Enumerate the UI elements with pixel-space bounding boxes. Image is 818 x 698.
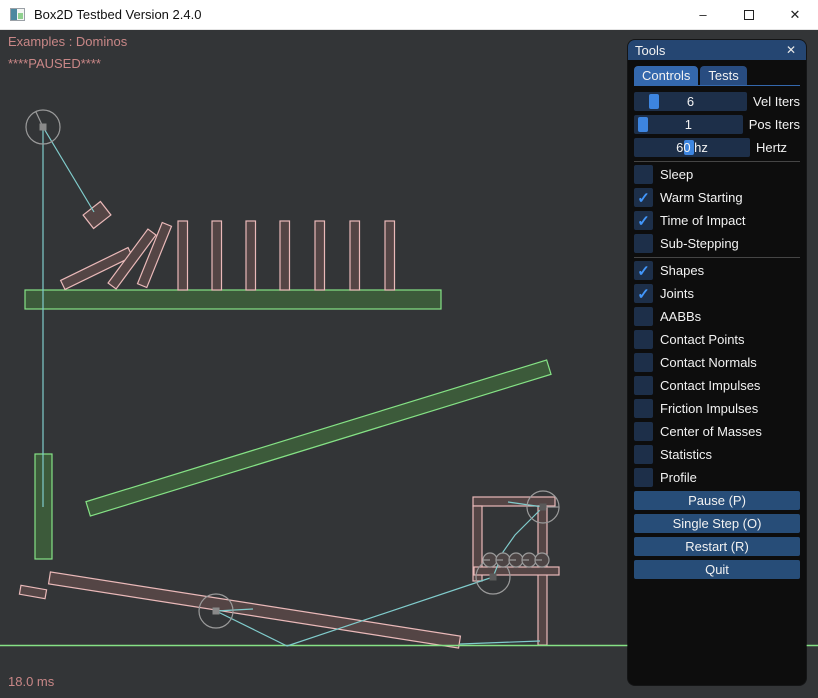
window-title: Box2D Testbed Version 2.4.0 bbox=[34, 7, 201, 22]
dynamic-body[interactable] bbox=[212, 221, 222, 290]
dynamic-body[interactable] bbox=[385, 221, 395, 290]
check-icon: ✓ bbox=[637, 262, 650, 280]
check-row-sub-stepping: Sub-Stepping bbox=[634, 234, 800, 253]
checkbox-contact-impulses[interactable] bbox=[634, 376, 653, 395]
checkbox-label: Joints bbox=[660, 286, 694, 301]
separator bbox=[634, 257, 800, 258]
maximize-button[interactable] bbox=[726, 0, 772, 30]
check-row-contact-impulses: Contact Impulses bbox=[634, 376, 800, 395]
tools-panel: Tools ✕ ControlsTests 6 Vel Iters 1 Pos Ite… bbox=[628, 40, 806, 685]
checkbox-label: AABBs bbox=[660, 309, 701, 324]
tools-panel-titlebar[interactable]: Tools ✕ bbox=[628, 40, 806, 60]
checkbox-contact-normals[interactable] bbox=[634, 353, 653, 372]
dynamic-body[interactable] bbox=[315, 221, 325, 290]
slider-hertz[interactable]: 60 hz bbox=[634, 138, 750, 157]
dynamic-body[interactable] bbox=[350, 221, 360, 290]
checkbox-aabbs[interactable] bbox=[634, 307, 653, 326]
check-row-sleep: Sleep bbox=[634, 165, 800, 184]
checkbox-label: Center of Masses bbox=[660, 424, 762, 439]
joint-anchor-marker bbox=[40, 124, 47, 131]
checkbox-label: Warm Starting bbox=[660, 190, 743, 205]
check-row-aabbs: AABBs bbox=[634, 307, 800, 326]
slider-value: 60 hz bbox=[634, 138, 750, 157]
slider-label: Vel Iters bbox=[753, 94, 800, 109]
example-label: Examples : Dominos bbox=[8, 34, 127, 49]
checkbox-label: Time of Impact bbox=[660, 213, 745, 228]
check-icon: ✓ bbox=[637, 285, 650, 303]
tools-panel-title: Tools bbox=[635, 43, 665, 58]
slider-vel-iters[interactable]: 6 bbox=[634, 92, 747, 111]
check-row-joints: ✓ Joints bbox=[634, 284, 800, 303]
checkbox-time-of-impact[interactable]: ✓ bbox=[634, 211, 653, 230]
close-button[interactable]: ✕ bbox=[772, 0, 818, 30]
check-row-contact-normals: Contact Normals bbox=[634, 353, 800, 372]
dynamic-body[interactable] bbox=[178, 221, 188, 290]
checkbox-joints[interactable]: ✓ bbox=[634, 284, 653, 303]
slider-row-vel-iters: 6 Vel Iters bbox=[634, 92, 800, 111]
check-icon: ✓ bbox=[637, 189, 650, 207]
maximize-icon bbox=[744, 10, 754, 20]
checkbox-warm-starting[interactable]: ✓ bbox=[634, 188, 653, 207]
panel-close-icon[interactable]: ✕ bbox=[783, 42, 799, 58]
frame-time-label: 18.0 ms bbox=[8, 674, 54, 689]
check-row-shapes: ✓ Shapes bbox=[634, 261, 800, 280]
slider-label: Pos Iters bbox=[749, 117, 800, 132]
checkbox-center-of-masses[interactable] bbox=[634, 422, 653, 441]
joint-anchor-marker bbox=[540, 504, 547, 511]
dynamic-body[interactable] bbox=[280, 221, 290, 290]
restart-r-button[interactable]: Restart (R) bbox=[634, 537, 800, 556]
checkbox-label: Contact Normals bbox=[660, 355, 757, 370]
checkbox-label: Sleep bbox=[660, 167, 693, 182]
checkbox-label: Contact Points bbox=[660, 332, 745, 347]
check-row-profile: Profile bbox=[634, 468, 800, 487]
dynamic-body[interactable] bbox=[246, 221, 256, 290]
checkbox-label: Statistics bbox=[660, 447, 712, 462]
checkbox-sub-stepping[interactable] bbox=[634, 234, 653, 253]
separator bbox=[634, 161, 800, 162]
paused-label: ****PAUSED**** bbox=[8, 56, 101, 71]
joint-anchor-marker bbox=[490, 574, 497, 581]
check-icon: ✓ bbox=[637, 212, 650, 230]
slider-group: 6 Vel Iters 1 Pos Iters 60 hz Hertz bbox=[634, 92, 800, 157]
window-titlebar: Box2D Testbed Version 2.4.0 – ✕ bbox=[0, 0, 818, 30]
checkbox-label: Shapes bbox=[660, 263, 704, 278]
pause-p-button[interactable]: Pause (P) bbox=[634, 491, 800, 510]
checkbox-shapes[interactable]: ✓ bbox=[634, 261, 653, 280]
slider-pos-iters[interactable]: 1 bbox=[634, 115, 743, 134]
slider-value: 1 bbox=[634, 115, 743, 134]
check-row-contact-points: Contact Points bbox=[634, 330, 800, 349]
checkbox-profile[interactable] bbox=[634, 468, 653, 487]
checkbox-label: Sub-Stepping bbox=[660, 236, 739, 251]
check-row-warm-starting: ✓ Warm Starting bbox=[634, 188, 800, 207]
tabbar: ControlsTests bbox=[634, 66, 800, 86]
checkbox-label: Profile bbox=[660, 470, 697, 485]
checkbox-label: Contact Impulses bbox=[660, 378, 760, 393]
checkbox-contact-points[interactable] bbox=[634, 330, 653, 349]
checkbox-group-draw: ✓ Shapes ✓ Joints AABBs Contact Points Contact… bbox=[634, 261, 800, 487]
check-row-center-of-masses: Center of Masses bbox=[634, 422, 800, 441]
slider-label: Hertz bbox=[756, 140, 787, 155]
app-icon bbox=[10, 8, 25, 21]
quit-button[interactable]: Quit bbox=[634, 560, 800, 579]
single-step-o-button[interactable]: Single Step (O) bbox=[634, 514, 800, 533]
tab-tests[interactable]: Tests bbox=[700, 66, 746, 85]
tab-controls[interactable]: Controls bbox=[634, 66, 698, 85]
checkbox-friction-impulses[interactable] bbox=[634, 399, 653, 418]
minimize-button[interactable]: – bbox=[680, 0, 726, 30]
slider-value: 6 bbox=[634, 92, 747, 111]
check-row-statistics: Statistics bbox=[634, 445, 800, 464]
check-row-friction-impulses: Friction Impulses bbox=[634, 399, 800, 418]
dynamic-body[interactable] bbox=[474, 567, 559, 575]
checkbox-statistics[interactable] bbox=[634, 445, 653, 464]
checkbox-group-settings: Sleep ✓ Warm Starting ✓ Time of Impact Sub-St… bbox=[634, 165, 800, 253]
slider-row-pos-iters: 1 Pos Iters bbox=[634, 115, 800, 134]
joint-anchor-marker bbox=[213, 608, 220, 615]
checkbox-sleep[interactable] bbox=[634, 165, 653, 184]
button-group: Pause (P) Single Step (O) Restart (R) Quit bbox=[634, 491, 800, 579]
static-body[interactable] bbox=[25, 290, 441, 309]
checkbox-label: Friction Impulses bbox=[660, 401, 758, 416]
check-row-time-of-impact: ✓ Time of Impact bbox=[634, 211, 800, 230]
slider-row-hertz: 60 hz Hertz bbox=[634, 138, 800, 157]
